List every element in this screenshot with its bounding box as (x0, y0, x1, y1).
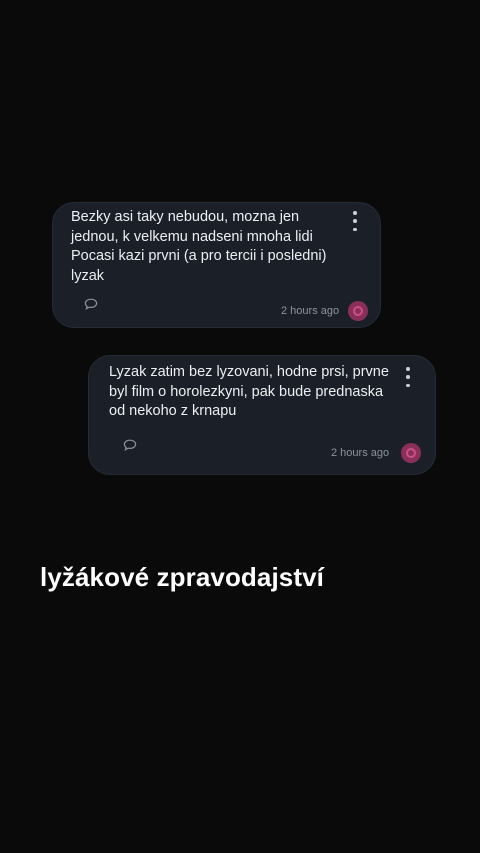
comment-bubble-icon[interactable] (84, 298, 98, 310)
timestamp: 2 hours ago (281, 305, 340, 317)
message-text: Bezky asi taky nebudou, mozna jen jednou… (71, 209, 327, 284)
user-avatar[interactable] (401, 443, 421, 463)
message-text: Lyzak zatim bez lyzovani, hodne prsi, pr… (109, 364, 389, 419)
message-card[interactable]: Bezky asi taky nebudou, mozna jen jednou… (52, 202, 381, 328)
headline-text: lyžákové zpravodajství (40, 562, 324, 592)
comment-bubble-icon[interactable] (123, 439, 137, 451)
timestamp: 2 hours ago (331, 447, 390, 459)
more-vertical-icon[interactable] (402, 367, 414, 387)
more-vertical-icon[interactable] (349, 211, 361, 231)
message-card[interactable]: Lyzak zatim bez lyzovani, hodne prsi, pr… (88, 355, 436, 475)
user-avatar[interactable] (348, 301, 368, 321)
